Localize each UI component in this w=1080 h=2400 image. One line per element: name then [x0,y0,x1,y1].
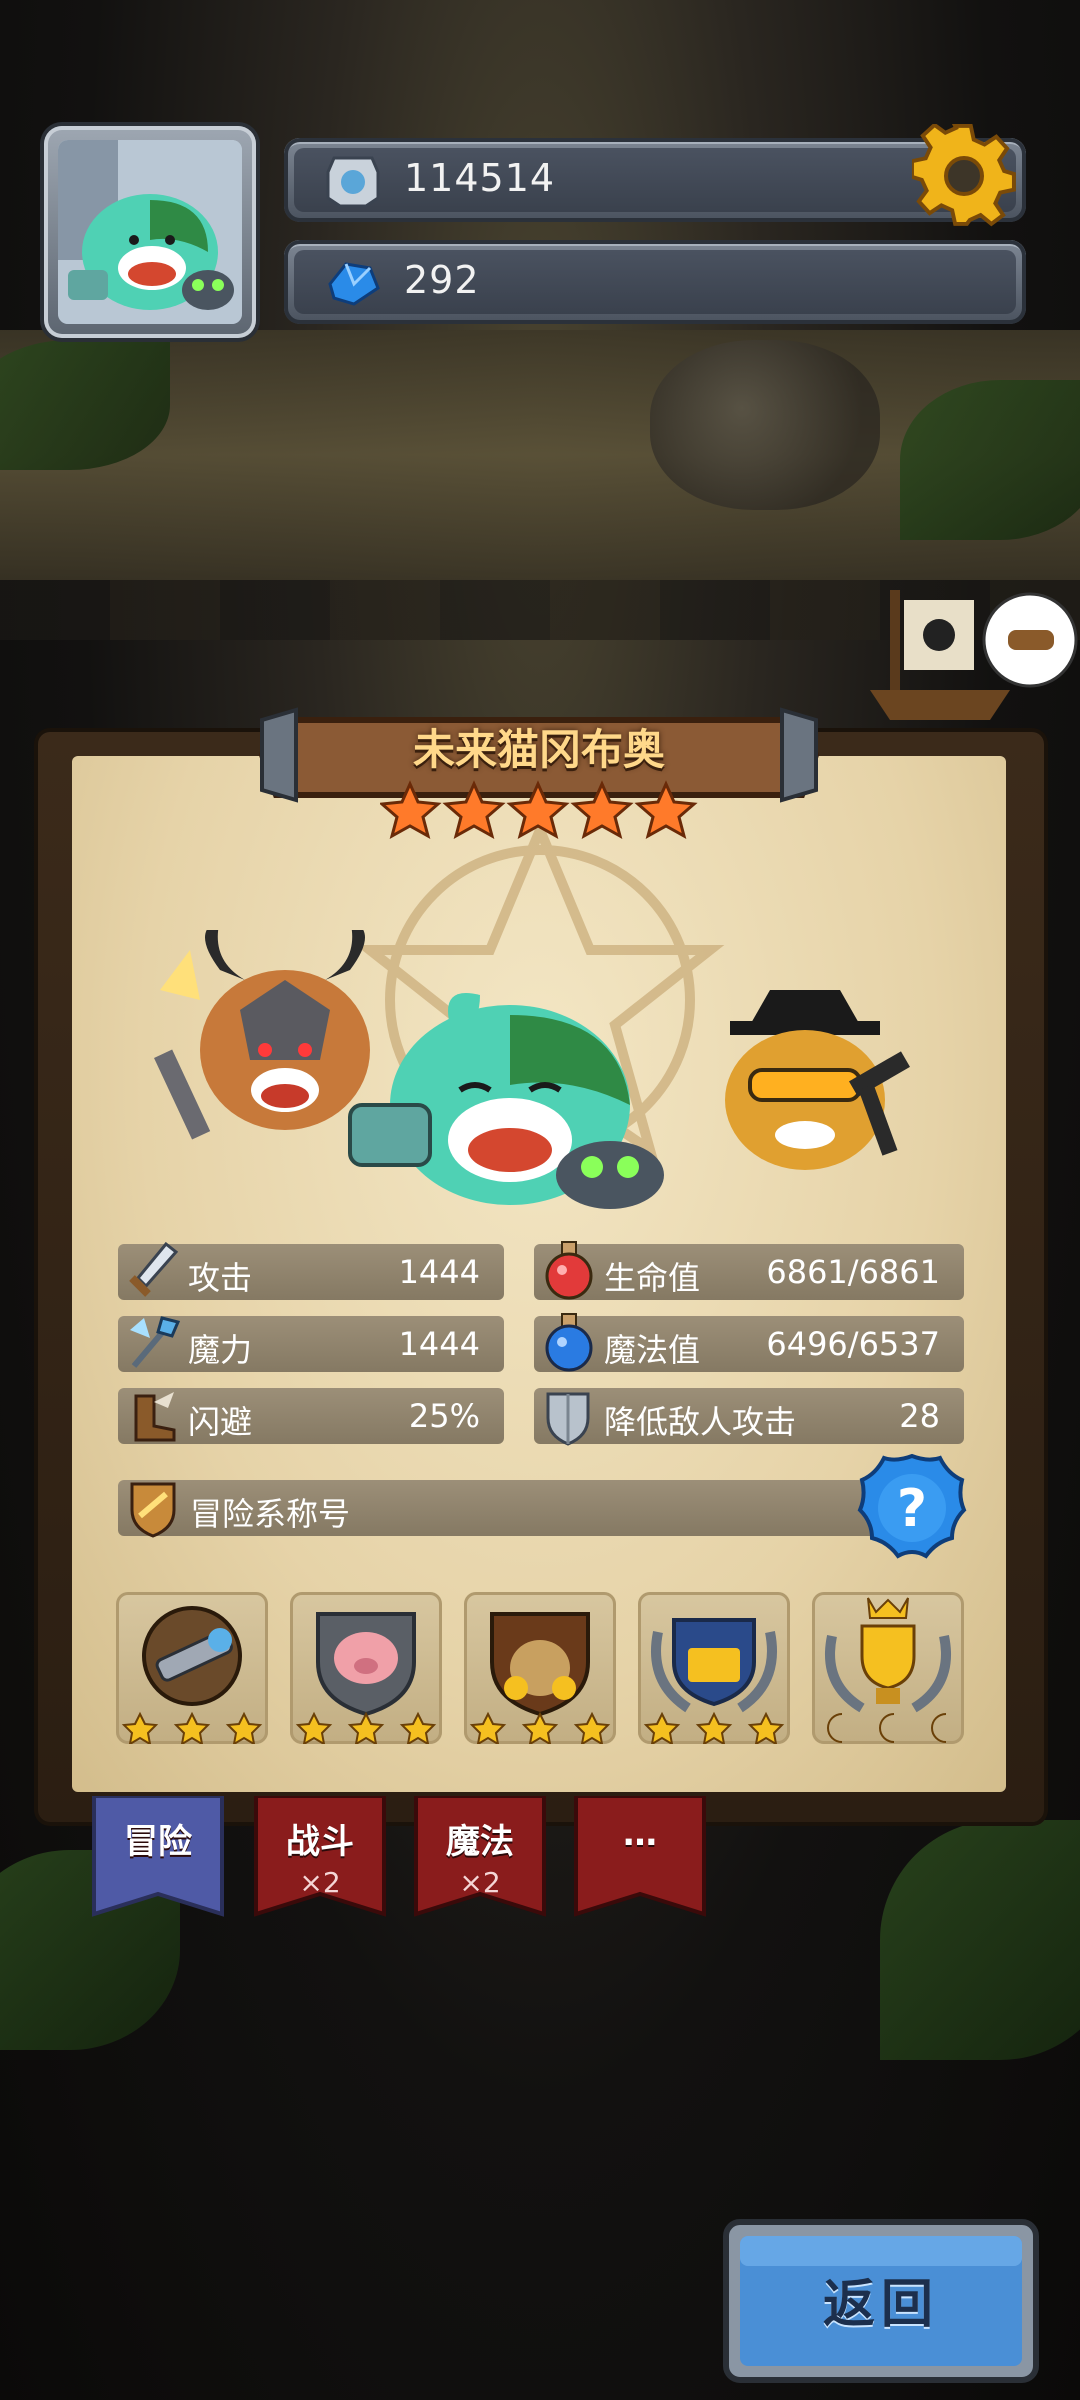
giant-skull-decoration [650,340,880,510]
tab-more[interactable]: … [572,1796,708,1926]
star-icon [442,780,506,840]
pig-shield-badge-icon [316,1612,416,1717]
red-potion-icon [545,1241,593,1300]
star-icon [634,780,698,840]
star-icon [380,780,442,840]
stat-dodge-label: 闪避 [188,1403,253,1441]
stat-damage-reduction-label: 降低敌人攻击 [604,1403,797,1441]
svg-text:?: ? [897,1479,927,1539]
gem-bar: 292 [284,240,1026,324]
jungle-leaf [900,380,1080,540]
stat-hp-label: 生命值 [604,1259,701,1297]
stat-attack-label: 攻击 [188,1259,253,1297]
badge-telescope[interactable] [116,1592,268,1744]
stat-magic-power: 魔力 1444 [118,1316,504,1372]
stat-attack: 攻击 1444 [118,1241,504,1300]
stat-mp-value: 6496/6537 [766,1325,940,1363]
gear-icon[interactable] [912,124,1016,228]
stat-mp-label: 魔法值 [604,1331,701,1369]
magic-staff-icon [130,1316,181,1368]
stat-damage-reduction: 降低敌人攻击 28 [534,1388,964,1446]
shield-icon [546,1392,590,1446]
tab-more-label: … [623,1814,657,1854]
pirate-ship-icon[interactable] [860,580,1080,730]
gem-value: 292 [404,258,480,302]
future-cat-hero [348,993,664,1209]
treasure-laurel-badge-icon [651,1618,777,1713]
gold-sack-badge-icon [490,1612,590,1717]
trophy-crown-badge-icon [825,1597,951,1713]
tab-battle-mult: ×2 [299,1866,341,1899]
telescope-badge-icon [142,1606,242,1706]
badge-moons [827,1713,947,1743]
stat-dodge-value: 25% [408,1397,480,1435]
hero-star-rating [380,780,698,840]
stat-dodge: 闪避 25% [118,1388,504,1444]
adventure-title-label: 冒险系称号 [190,1495,351,1533]
star-icon [506,780,570,840]
title-badge-icon [130,1482,176,1538]
hero-name: 未来猫冈布奥 [412,725,665,774]
badge-gold-sack[interactable] [464,1592,616,1744]
star-icon [570,780,634,840]
sword-icon [129,1241,179,1297]
tab-magic-mult: ×2 [459,1866,501,1899]
silver-coin-icon [326,156,380,208]
adventure-title-bar[interactable]: 冒险系称号 [118,1480,948,1538]
gold-value: 114514 [404,156,556,200]
badge-trophy-crown[interactable] [812,1592,964,1744]
tab-adventure[interactable]: 冒险 [90,1796,226,1926]
stat-hp-value: 6861/6861 [766,1253,940,1291]
back-button-label: 返回 [822,2275,939,2335]
tab-adventure-label: 冒险 [124,1822,192,1862]
tab-battle[interactable]: 战斗 ×2 [252,1796,388,1926]
stat-mp: 魔法值 6496/6537 [534,1313,964,1372]
badge-pig-shield[interactable] [290,1592,442,1744]
future-cat-avatar-icon [58,140,242,324]
blue-potion-icon [545,1313,593,1372]
tab-magic[interactable]: 魔法 ×2 [412,1796,548,1926]
tab-magic-label: 魔法 [446,1822,514,1862]
stat-magic-power-label: 魔力 [188,1331,253,1369]
help-icon[interactable]: ? [856,1452,968,1564]
stat-magic-power-value: 1444 [398,1325,480,1363]
winged-boot-icon [134,1392,176,1442]
mafia-boss-companion [725,990,910,1170]
stat-hp: 生命值 6861/6861 [534,1241,964,1300]
tab-battle-label: 战斗 [286,1822,354,1862]
blue-gem-icon [328,262,380,306]
badge-stars [121,1711,263,1744]
stat-damage-reduction-value: 28 [899,1397,940,1435]
stat-attack-value: 1444 [398,1253,480,1291]
badge-treasure-laurel[interactable] [638,1592,790,1744]
player-avatar[interactable] [44,126,256,338]
